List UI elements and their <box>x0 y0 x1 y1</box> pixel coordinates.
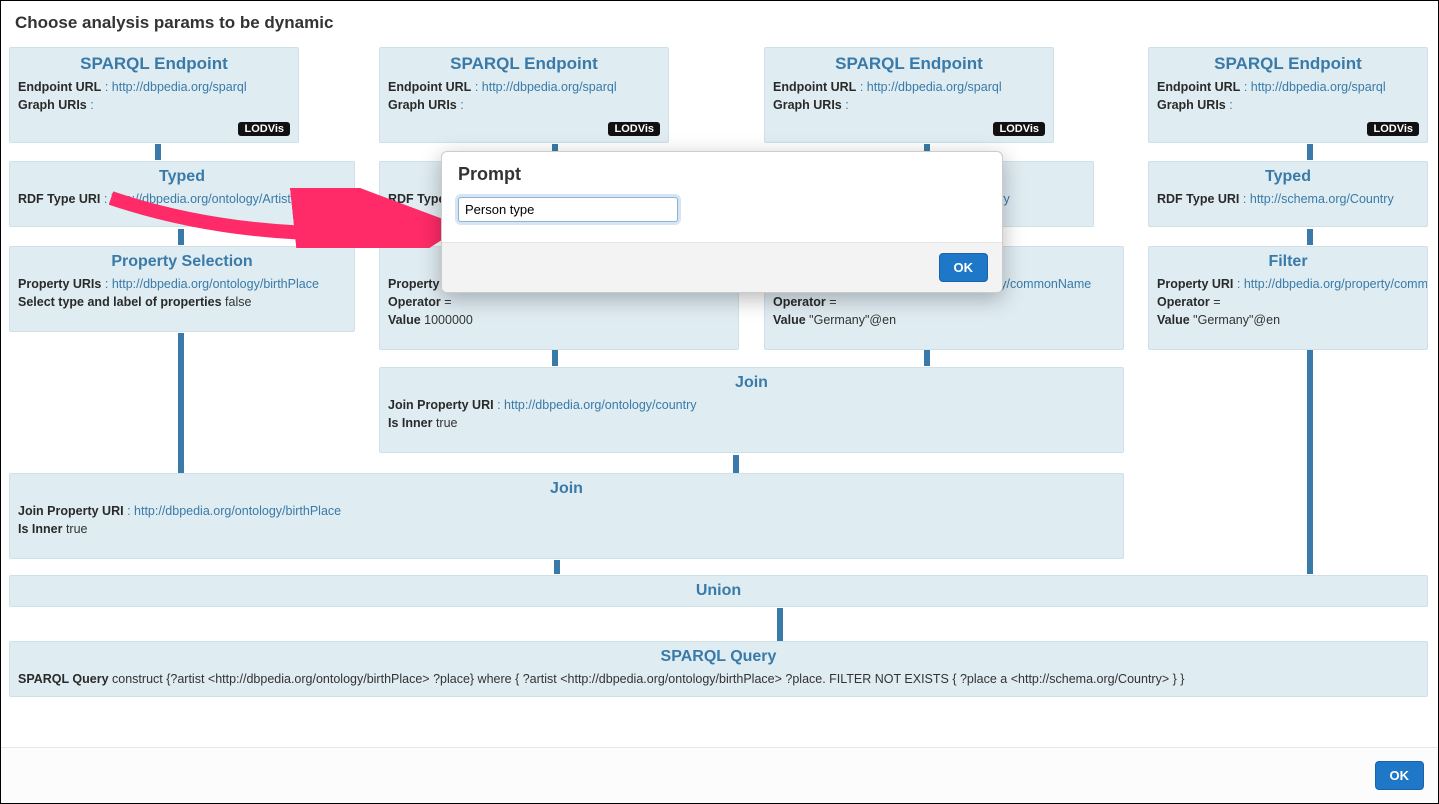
value: = <box>1213 295 1220 309</box>
node-title: Filter <box>1157 253 1419 271</box>
node-endpoint-1[interactable]: SPARQL Endpoint Endpoint URL : http://db… <box>9 47 299 143</box>
ok-button[interactable]: OK <box>1375 761 1425 790</box>
connector <box>178 333 184 473</box>
node-property-selection[interactable]: Property Selection Property URIs : http:… <box>9 246 355 332</box>
prompt-dialog: Prompt OK <box>441 151 1003 293</box>
label: Value <box>1157 313 1190 327</box>
label: Endpoint URL <box>388 80 471 94</box>
label: Value <box>388 313 421 327</box>
label: SPARQL Query <box>18 672 109 686</box>
lodvis-badge[interactable]: LODVis <box>993 122 1045 136</box>
label: Graph URIs <box>1157 98 1226 112</box>
lodvis-badge[interactable]: LODVis <box>238 122 290 136</box>
connector <box>552 350 558 366</box>
value: "Germany"@en <box>1193 313 1280 327</box>
node-title: SPARQL Endpoint <box>18 54 290 74</box>
value: true <box>66 522 88 536</box>
value: http://dbpedia.org/sparql <box>867 80 1002 94</box>
value: construct {?artist <http://dbpedia.org/o… <box>112 672 1184 686</box>
value: 1000000 <box>424 313 473 327</box>
lodvis-badge[interactable]: LODVis <box>1367 122 1419 136</box>
label: Graph URIs <box>18 98 87 112</box>
node-title: Join <box>18 480 1115 498</box>
value: http://dbpedia.org/property/commonName <box>1244 277 1428 291</box>
value: false <box>225 295 251 309</box>
dialog-ok-button[interactable]: OK <box>939 253 989 282</box>
label: Value <box>773 313 806 327</box>
connector <box>1307 144 1313 160</box>
prompt-input[interactable] <box>458 197 678 222</box>
label: Join Property URI <box>388 398 494 412</box>
label: Operator <box>773 295 826 309</box>
node-title: Typed <box>1157 168 1419 186</box>
label: Endpoint URL <box>18 80 101 94</box>
node-title: Typed <box>18 168 346 186</box>
node-title: Union <box>18 582 1419 600</box>
value: http://dbpedia.org/sparql <box>482 80 617 94</box>
label: Graph URIs <box>773 98 842 112</box>
label: Property URIs <box>18 277 101 291</box>
node-title: SPARQL Query <box>18 648 1419 666</box>
value: http://dbpedia.org/ontology/Artist <box>111 192 291 206</box>
label: Endpoint URL <box>773 80 856 94</box>
value: = <box>829 295 836 309</box>
node-endpoint-3[interactable]: SPARQL Endpoint Endpoint URL : http://db… <box>764 47 1054 143</box>
value: true <box>436 416 458 430</box>
node-union[interactable]: Union <box>9 575 1428 607</box>
label: RDF Type URI <box>1157 192 1239 206</box>
label: Operator <box>388 295 441 309</box>
node-title: Join <box>388 374 1115 392</box>
node-filter-4[interactable]: Filter Property URI : http://dbpedia.org… <box>1148 246 1428 350</box>
connector <box>1307 229 1313 245</box>
label: Endpoint URL <box>1157 80 1240 94</box>
node-join-2[interactable]: Join Join Property URI : http://dbpedia.… <box>9 473 1124 559</box>
connector <box>924 350 930 366</box>
node-title: SPARQL Endpoint <box>773 54 1045 74</box>
label: Graph URIs <box>388 98 457 112</box>
node-endpoint-2[interactable]: SPARQL Endpoint Endpoint URL : http://db… <box>379 47 669 143</box>
value: http://dbpedia.org/ontology/birthPlace <box>134 504 341 518</box>
label: Operator <box>1157 295 1210 309</box>
node-endpoint-4[interactable]: SPARQL Endpoint Endpoint URL : http://db… <box>1148 47 1428 143</box>
node-typed-4[interactable]: Typed RDF Type URI : http://schema.org/C… <box>1148 161 1428 227</box>
label: Is Inner <box>388 416 432 430</box>
connector <box>554 560 560 574</box>
label: RDF Type URI <box>18 192 100 206</box>
label: Select type and label of properties <box>18 295 222 309</box>
value: http://dbpedia.org/ontology/birthPlace <box>112 277 319 291</box>
node-title: SPARQL Endpoint <box>388 54 660 74</box>
value: http://dbpedia.org/sparql <box>1251 80 1386 94</box>
connector <box>777 608 783 642</box>
value: = <box>444 295 451 309</box>
value: "Germany"@en <box>809 313 896 327</box>
connector <box>733 455 739 473</box>
connector <box>1307 350 1313 574</box>
connector <box>155 144 161 160</box>
node-title: Property Selection <box>18 253 346 271</box>
connector <box>178 229 184 245</box>
node-title: SPARQL Endpoint <box>1157 54 1419 74</box>
node-join-1[interactable]: Join Join Property URI : http://dbpedia.… <box>379 367 1124 453</box>
label: Property URI <box>1157 277 1233 291</box>
node-typed-1[interactable]: Typed RDF Type URI : http://dbpedia.org/… <box>9 161 355 227</box>
pipeline-canvas: SPARQL Endpoint Endpoint URL : http://db… <box>9 43 1430 733</box>
dialog-title: Prompt <box>442 152 1002 193</box>
value: http://dbpedia.org/sparql <box>112 80 247 94</box>
lodvis-badge[interactable]: LODVis <box>608 122 660 136</box>
label: Is Inner <box>18 522 62 536</box>
label: Join Property URI <box>18 504 124 518</box>
value: http://schema.org/Country <box>1250 192 1394 206</box>
page-title: Choose analysis params to be dynamic <box>15 13 1430 33</box>
value: http://dbpedia.org/ontology/country <box>504 398 697 412</box>
page-footer: OK <box>1 747 1438 803</box>
node-sparql-query[interactable]: SPARQL Query SPARQL Query construct {?ar… <box>9 641 1428 697</box>
